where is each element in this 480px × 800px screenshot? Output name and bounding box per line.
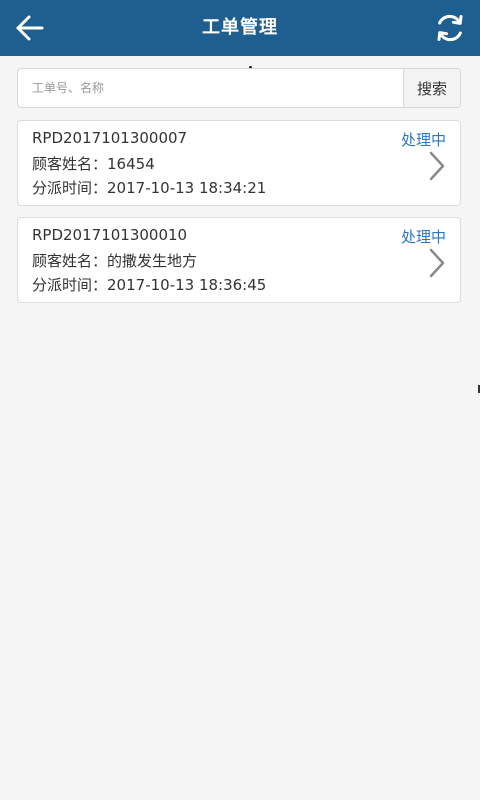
customer-name: 16454 bbox=[107, 155, 155, 173]
chevron-right-icon bbox=[429, 248, 445, 278]
search-button[interactable]: 搜索 bbox=[403, 69, 460, 107]
chevron-right-icon bbox=[429, 151, 445, 181]
customer-row: 顾客姓名：16454 bbox=[32, 153, 155, 174]
refresh-button[interactable] bbox=[428, 8, 472, 48]
customer-row: 顾客姓名：的撒发生地方 bbox=[32, 250, 197, 271]
search-input[interactable] bbox=[18, 69, 404, 107]
assign-time-value: 2017-10-13 18:36:45 bbox=[107, 276, 267, 294]
status-badge: 处理中 bbox=[400, 131, 446, 149]
assign-time-label: 分派时间： bbox=[32, 179, 108, 197]
assign-time-row: 分派时间：2017-10-13 18:34:21 bbox=[32, 177, 266, 198]
refresh-icon bbox=[437, 14, 463, 42]
work-order-card[interactable]: RPD2017101300010 处理中 顾客姓名：的撒发生地方 分派时间：20… bbox=[17, 217, 461, 303]
assign-time-value: 2017-10-13 18:34:21 bbox=[107, 179, 267, 197]
customer-label: 顾客姓名： bbox=[32, 252, 108, 270]
assign-time-label: 分派时间： bbox=[32, 276, 108, 294]
assign-time-row: 分派时间：2017-10-13 18:36:45 bbox=[32, 274, 266, 295]
top-app-bar: 工单管理 bbox=[0, 0, 480, 56]
status-badge: 处理中 bbox=[400, 228, 446, 246]
customer-name: 的撒发生地方 bbox=[107, 252, 198, 270]
customer-label: 顾客姓名： bbox=[32, 155, 108, 173]
search-bar: 搜索 bbox=[17, 68, 461, 108]
order-number: RPD2017101300010 bbox=[32, 226, 188, 244]
page-title: 工单管理 bbox=[202, 17, 278, 38]
work-order-card[interactable]: RPD2017101300007 处理中 顾客姓名：16454 分派时间：201… bbox=[17, 120, 461, 206]
order-number: RPD2017101300007 bbox=[32, 129, 188, 147]
